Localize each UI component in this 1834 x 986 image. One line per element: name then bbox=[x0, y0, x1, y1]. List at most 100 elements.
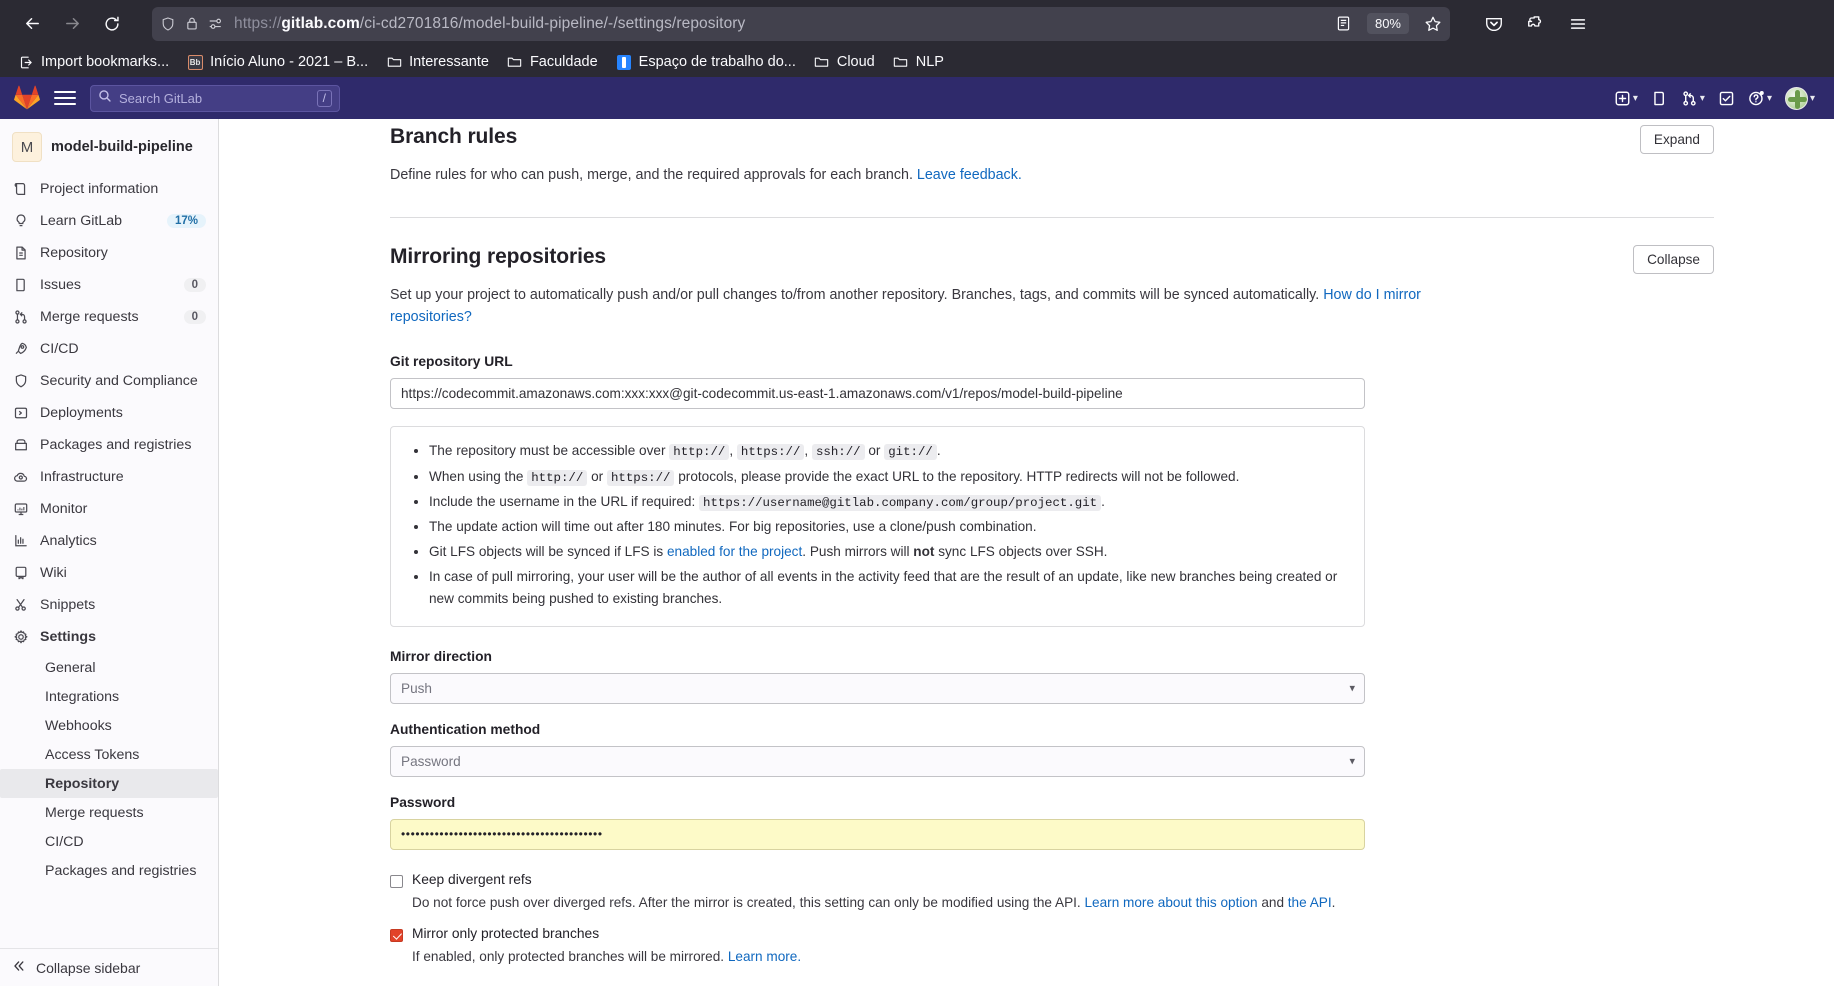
trello-icon bbox=[616, 54, 632, 70]
bookmark-star-icon[interactable] bbox=[1424, 15, 1442, 33]
bookmark-label: Import bookmarks... bbox=[41, 54, 169, 70]
merge-requests-menu[interactable]: ▾ bbox=[1676, 85, 1710, 112]
sidebar-item-merge-requests[interactable]: Merge requests 0 bbox=[0, 301, 218, 333]
sidebar-item-repository[interactable]: Repository bbox=[0, 237, 218, 269]
collapse-sidebar-button[interactable]: Collapse sidebar bbox=[0, 948, 218, 986]
bookmark-label: Cloud bbox=[837, 54, 875, 70]
keep-divergent-refs-group: Keep divergent refs Do not force push ov… bbox=[390, 872, 1714, 913]
bookmark-folder-cloud[interactable]: Cloud bbox=[806, 51, 883, 73]
learn-more-option-link[interactable]: Learn more about this option bbox=[1084, 895, 1257, 910]
issues-link[interactable] bbox=[1646, 85, 1673, 112]
sidebar-subitem-webhooks[interactable]: Webhooks bbox=[0, 711, 218, 740]
app-body: M model-build-pipeline Project informati… bbox=[0, 119, 1834, 986]
sidebar-subitem-merge-requests[interactable]: Merge requests bbox=[0, 798, 218, 827]
sidebar-item-deployments[interactable]: Deployments bbox=[0, 397, 218, 429]
git-repository-url-group: Git repository URL bbox=[390, 354, 1714, 409]
chevron-down-icon: ▾ bbox=[1767, 93, 1772, 104]
help-menu[interactable]: ▾ bbox=[1743, 85, 1777, 112]
sidebar-subitem-integrations[interactable]: Integrations bbox=[0, 682, 218, 711]
sidebar-subitem-repository[interactable]: Repository bbox=[0, 769, 218, 798]
learn-more-link[interactable]: Learn more. bbox=[728, 949, 801, 964]
reader-view-icon[interactable] bbox=[1335, 15, 1352, 32]
keep-divergent-refs-checkbox[interactable] bbox=[390, 875, 403, 888]
bookmark-folder-interessante[interactable]: Interessante bbox=[378, 51, 497, 73]
sidebar-subitem-packages-and-registries[interactable]: Packages and registries bbox=[0, 856, 218, 885]
reload-button[interactable] bbox=[94, 7, 130, 41]
sidebar-item-settings[interactable]: Settings bbox=[0, 621, 218, 653]
sidebar-project-header[interactable]: M model-build-pipeline bbox=[0, 125, 218, 173]
sidebar-item-label: Packages and registries bbox=[40, 437, 191, 453]
info-bullet: The repository must be accessible over h… bbox=[429, 440, 1347, 462]
app-menu-icon[interactable] bbox=[1560, 7, 1596, 41]
user-menu[interactable]: ▾ bbox=[1780, 82, 1820, 115]
search-input[interactable] bbox=[119, 91, 310, 106]
sidebar-item-label: Project information bbox=[40, 181, 158, 197]
permissions-icon[interactable] bbox=[208, 17, 225, 31]
sidebar-item-snippets[interactable]: Snippets bbox=[0, 589, 218, 621]
sidebar-item-cicd[interactable]: CI/CD bbox=[0, 333, 218, 365]
search-shortcut-key: / bbox=[317, 90, 332, 107]
sidebar-item-issues[interactable]: Issues 0 bbox=[0, 269, 218, 301]
sidebar-item-wiki[interactable]: Wiki bbox=[0, 557, 218, 589]
password-input[interactable]: ••••••••••••••••••••••••••••••••••••••••… bbox=[390, 819, 1365, 850]
project-name: model-build-pipeline bbox=[51, 139, 193, 155]
bookmark-folder-faculdade[interactable]: Faculdade bbox=[499, 51, 606, 73]
keep-divergent-refs-help: Do not force push over diverged refs. Af… bbox=[390, 893, 1714, 913]
lfs-enabled-link[interactable]: enabled for the project bbox=[667, 544, 802, 559]
mirror-protected-branches-checkbox[interactable] bbox=[390, 929, 403, 942]
chevron-double-left-icon bbox=[12, 959, 26, 976]
gitlab-logo-icon[interactable] bbox=[14, 85, 40, 111]
issues-count-badge: 0 bbox=[184, 278, 206, 292]
bookmark-item-import[interactable]: Import bookmarks... bbox=[10, 51, 177, 73]
sidebar-item-label: Settings bbox=[40, 629, 96, 645]
folder-icon bbox=[507, 54, 523, 70]
shield-icon bbox=[12, 373, 29, 390]
leave-feedback-link[interactable]: Leave feedback. bbox=[917, 167, 1022, 183]
shield-icon[interactable] bbox=[160, 16, 176, 32]
folder-icon bbox=[893, 54, 909, 70]
sidebar-item-project-information[interactable]: Project information bbox=[0, 173, 218, 205]
settings-repository-content: Branch rules Define rules for who can pu… bbox=[219, 119, 1834, 986]
branch-rules-expand-button[interactable]: Expand bbox=[1640, 125, 1714, 154]
sidebar-item-infrastructure[interactable]: Infrastructure bbox=[0, 461, 218, 493]
project-sidebar: M model-build-pipeline Project informati… bbox=[0, 119, 219, 986]
mirror-protected-branches-row[interactable]: Mirror only protected branches bbox=[390, 926, 1714, 942]
gitlab-navbar-actions: ▾ ▾ ▾ ▾ bbox=[1609, 82, 1820, 115]
extensions-icon[interactable] bbox=[1518, 7, 1554, 41]
back-button[interactable] bbox=[14, 7, 50, 41]
protected-help-text: If enabled, only protected branches will… bbox=[412, 949, 728, 964]
zoom-level-badge[interactable]: 80% bbox=[1367, 13, 1409, 34]
forward-button[interactable] bbox=[54, 7, 90, 41]
code-https: https:// bbox=[607, 470, 675, 486]
url-bar[interactable]: https://gitlab.com/ci-cd2701816/model-bu… bbox=[152, 7, 1450, 41]
bookmark-item-inicio-aluno[interactable]: Bb Início Aluno - 2021 – B... bbox=[179, 51, 376, 73]
todos-link[interactable] bbox=[1713, 85, 1740, 112]
pocket-icon[interactable] bbox=[1476, 7, 1512, 41]
authentication-method-select[interactable]: Password bbox=[390, 746, 1365, 777]
search-icon bbox=[98, 89, 112, 108]
sidebar-item-security-and-compliance[interactable]: Security and Compliance bbox=[0, 365, 218, 397]
mirror-direction-select[interactable]: Push bbox=[390, 673, 1365, 704]
create-new-menu[interactable]: ▾ bbox=[1609, 85, 1643, 112]
keep-divergent-refs-row[interactable]: Keep divergent refs bbox=[390, 872, 1714, 888]
mirroring-collapse-button[interactable]: Collapse bbox=[1633, 245, 1714, 274]
sidebar-item-packages-and-registries[interactable]: Packages and registries bbox=[0, 429, 218, 461]
collapse-sidebar-label: Collapse sidebar bbox=[36, 960, 140, 976]
git-repository-url-input[interactable] bbox=[390, 378, 1365, 409]
sidebar-subitem-access-tokens[interactable]: Access Tokens bbox=[0, 740, 218, 769]
sidebar-item-label: Repository bbox=[40, 245, 108, 261]
bookmark-folder-nlp[interactable]: NLP bbox=[885, 51, 952, 73]
search-gitlab-field[interactable]: / bbox=[90, 85, 340, 112]
project-icon bbox=[12, 181, 29, 198]
lock-icon[interactable] bbox=[185, 16, 199, 31]
the-api-link[interactable]: the API bbox=[1288, 895, 1332, 910]
sidebar-subitem-general[interactable]: General bbox=[0, 653, 218, 682]
sidebar-item-learn-gitlab[interactable]: Learn GitLab 17% bbox=[0, 205, 218, 237]
main-menu-icon[interactable] bbox=[52, 85, 78, 111]
url-text[interactable]: https://gitlab.com/ci-cd2701816/model-bu… bbox=[234, 15, 1326, 33]
sidebar-item-label: Analytics bbox=[40, 533, 97, 549]
sidebar-item-monitor[interactable]: Monitor bbox=[0, 493, 218, 525]
sidebar-subitem-cicd[interactable]: CI/CD bbox=[0, 827, 218, 856]
bookmark-item-espaco-trabalho[interactable]: Espaço de trabalho do... bbox=[608, 51, 804, 73]
sidebar-item-analytics[interactable]: Analytics bbox=[0, 525, 218, 557]
